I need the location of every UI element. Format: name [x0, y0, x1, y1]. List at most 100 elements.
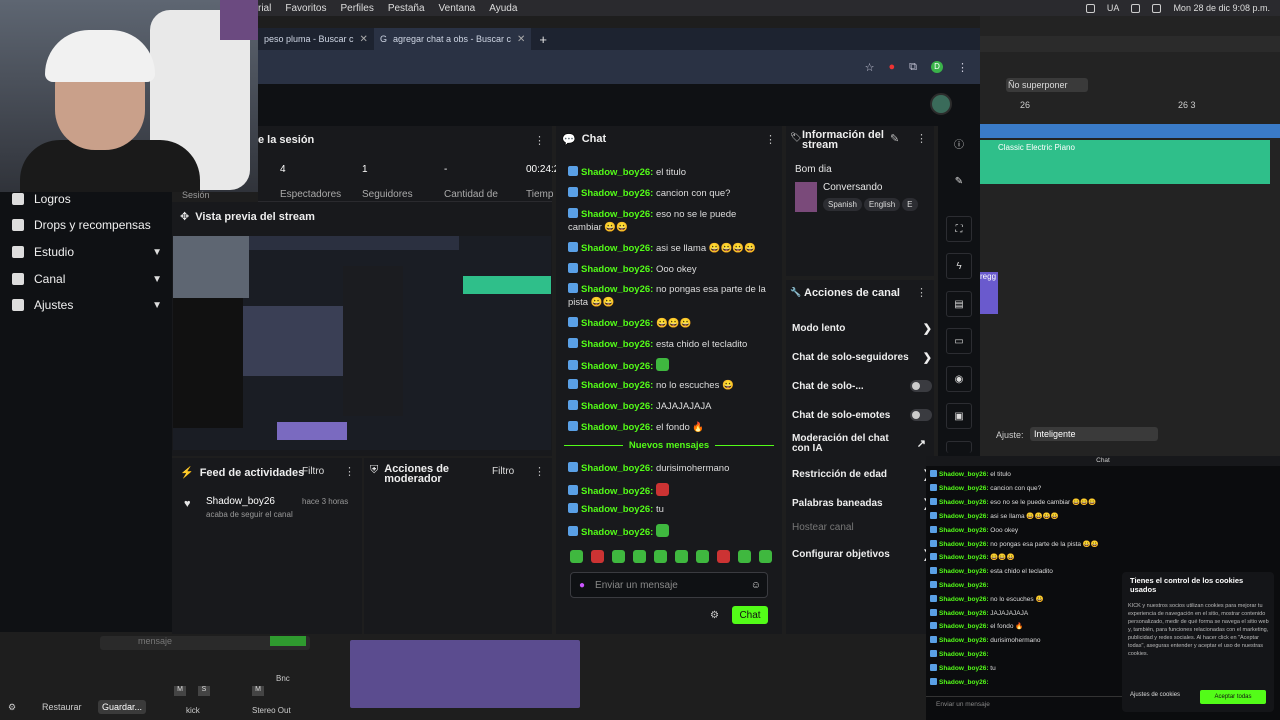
edit-icon[interactable]: ✎ — [946, 168, 972, 194]
more-icon[interactable]: ⋮ — [534, 134, 545, 147]
chat-username[interactable]: Shadow_boy26: — [581, 243, 653, 254]
chat-username[interactable]: Shadow_boy26: — [581, 284, 653, 295]
action-age-restriction[interactable]: Restricción de edad❯ — [792, 468, 932, 481]
more-icon[interactable]: ⋮ — [916, 286, 927, 299]
chat-username[interactable]: Shadow_boy26: — [581, 463, 653, 474]
emote-icon[interactable] — [738, 550, 751, 563]
menu-icon[interactable]: ⋮ — [957, 61, 968, 74]
guardar-button[interactable]: Guardar... — [98, 700, 146, 714]
chat-username[interactable]: Shadow_boy26: — [581, 264, 653, 275]
filter-button[interactable]: Filtro — [302, 466, 324, 477]
chat-message[interactable]: Shadow_boy26: JAJAJAJAJA — [568, 400, 768, 413]
action-banned-words[interactable]: Palabras baneadas❯ — [792, 497, 932, 510]
action-subs-only[interactable]: Chat de solo-... — [792, 380, 932, 392]
chat-message[interactable]: Shadow_boy26: no pongas esa parte de la … — [568, 283, 768, 309]
user-avatar[interactable] — [930, 93, 952, 115]
action-slow-mode[interactable]: Modo lento ❯ — [792, 322, 932, 335]
chat-username[interactable]: Shadow_boy26: — [581, 209, 653, 220]
emote-icon[interactable] — [570, 550, 583, 563]
more-icon[interactable]: ⋮ — [916, 132, 927, 145]
status-icon[interactable] — [1085, 3, 1095, 13]
emote-icon[interactable] — [654, 550, 667, 563]
bolt-icon[interactable]: ϟ — [946, 253, 972, 279]
chat-username[interactable]: Shadow_boy26: — [581, 318, 653, 329]
new-tab-icon[interactable]: + — [539, 32, 547, 47]
close-icon[interactable]: ✕ — [360, 34, 368, 45]
emote-icon[interactable] — [612, 550, 625, 563]
chat-username[interactable]: Shadow_boy26: — [581, 422, 653, 433]
search-icon[interactable] — [1152, 3, 1162, 13]
profile-avatar[interactable]: D — [931, 61, 943, 73]
tag[interactable]: Spanish — [823, 198, 862, 211]
menu-item[interactable]: Pestaña — [388, 3, 425, 14]
stream-preview-image[interactable] — [173, 236, 551, 450]
chat-message[interactable]: Shadow_boy26: el titulo — [568, 166, 768, 179]
sidebar-item-estudio[interactable]: Estudio ▼ — [12, 245, 162, 259]
chat-message[interactable]: Shadow_boy26: — [568, 483, 768, 498]
chat-message[interactable]: Shadow_boy26: tu — [568, 503, 768, 516]
chat-username[interactable]: Shadow_boy26: — [581, 527, 653, 538]
bnc-label[interactable]: Bnc — [276, 674, 290, 683]
chat-message[interactable]: Shadow_boy26: no lo escuches 😀 — [568, 379, 768, 392]
edit-icon[interactable]: ✎ — [890, 132, 899, 145]
lang-indicator[interactable]: UA — [1107, 3, 1120, 13]
sidebar-item-logros[interactable]: Logros — [12, 192, 162, 206]
action-followers-only[interactable]: Chat de solo-seguidores ❯ — [792, 351, 932, 364]
menu-item[interactable]: rial — [258, 3, 271, 14]
tag[interactable]: English — [863, 198, 901, 211]
broadcast-icon[interactable]: ◉ — [946, 366, 972, 392]
emote-icon[interactable] — [696, 550, 709, 563]
info-icon[interactable]: ⓘ — [946, 130, 972, 156]
browser-tab[interactable]: Gagregar chat a obs - Buscar c ✕ — [373, 28, 532, 50]
more-icon[interactable]: ⋮ — [765, 133, 776, 146]
emote-icon[interactable] — [591, 550, 604, 563]
document-icon[interactable]: ▤ — [946, 291, 972, 317]
chat-message[interactable]: Shadow_boy26: eso no se le puede cambiar… — [568, 208, 768, 234]
menu-item[interactable]: Ayuda — [489, 3, 517, 14]
accept-cookies-button[interactable]: Aceptar todas — [1200, 690, 1266, 704]
mic-icon[interactable]: ● — [579, 580, 585, 591]
layout-icon[interactable]: ▣ — [946, 403, 972, 429]
chat-username[interactable]: Shadow_boy26: — [581, 380, 653, 391]
obs-chat-input[interactable]: Enviar un mensaje — [926, 696, 1122, 712]
category-name[interactable]: Conversando — [823, 182, 882, 193]
chat-username[interactable]: Shadow_boy26: — [581, 339, 653, 350]
tool-icon[interactable] — [946, 441, 972, 453]
emoji-icon[interactable]: ☺ — [751, 580, 761, 591]
emote-icon[interactable] — [717, 550, 730, 563]
mute-button[interactable]: M — [252, 686, 264, 696]
chat-message[interactable]: Shadow_boy26: Ooo okey — [568, 263, 768, 276]
sidebar-item-ajustes[interactable]: Ajustes ▼ — [12, 298, 162, 312]
chat-input[interactable]: ● Enviar un mensaje ☺ — [570, 572, 768, 598]
tag[interactable]: E — [902, 198, 918, 211]
chat-message[interactable]: Shadow_boy26: 😀😀😀 — [568, 317, 768, 330]
action-host-channel[interactable]: Hostear canal — [792, 522, 932, 533]
menu-item[interactable]: Perfiles — [340, 3, 373, 14]
cookie-settings-button[interactable]: Ajustes de cookies — [1130, 692, 1180, 698]
action-emotes-only[interactable]: Chat de solo-emotes — [792, 409, 932, 421]
move-icon[interactable]: ✥ — [180, 210, 189, 223]
toggle-switch[interactable] — [910, 380, 932, 392]
chat-message[interactable]: Shadow_boy26: durisimohermano — [568, 462, 768, 475]
midi-region[interactable]: Classic Electric Piano — [980, 140, 1270, 184]
chat-message[interactable]: Shadow_boy26: esta chido el tecladito — [568, 338, 768, 351]
focus-icon[interactable]: ⛶ — [946, 216, 972, 242]
action-goals[interactable]: Configurar objetivos❯ — [792, 548, 932, 561]
chat-username[interactable]: Shadow_boy26: — [581, 401, 653, 412]
filter-button[interactable]: Filtro — [492, 466, 514, 477]
toggle-switch[interactable] — [910, 409, 932, 421]
category-thumbnail[interactable] — [795, 182, 817, 212]
clip[interactable]: regg — [980, 272, 998, 314]
chat-message[interactable]: Shadow_boy26: cancion con que? — [568, 187, 768, 200]
extension-icon[interactable]: ⧉ — [909, 61, 917, 74]
sidebar-item-canal[interactable]: Canal ▼ — [12, 272, 162, 286]
feed-user[interactable]: Shadow_boy26 — [206, 496, 275, 507]
chat-icon[interactable]: ▭ — [946, 328, 972, 354]
chat-message[interactable]: Shadow_boy26: el fondo 🔥 — [568, 421, 768, 434]
emote-icon[interactable] — [633, 550, 646, 563]
mute-button[interactable]: M — [174, 686, 186, 696]
settings-icon[interactable]: ⚙ — [8, 702, 16, 713]
chat-username[interactable]: Shadow_boy26: — [581, 486, 653, 497]
chat-message[interactable]: Shadow_boy26: asi se llama 😀😀😀😀 — [568, 242, 768, 255]
send-chat-button[interactable]: Chat — [732, 606, 768, 624]
